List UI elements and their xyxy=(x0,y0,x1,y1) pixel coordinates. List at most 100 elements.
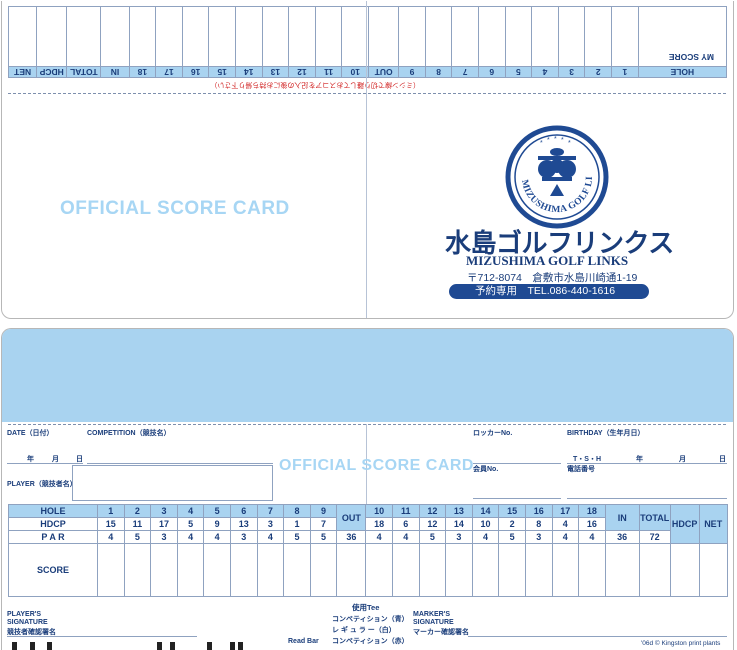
flipped-score-cell[interactable] xyxy=(368,6,399,67)
score-cell[interactable] xyxy=(176,543,205,597)
flipped-score-cell[interactable] xyxy=(100,6,130,67)
hole-hdcp: 2 xyxy=(498,517,526,531)
score-cell[interactable] xyxy=(638,543,671,597)
flipped-score-cell[interactable] xyxy=(558,6,585,67)
score-cell[interactable] xyxy=(498,543,526,597)
flipped-score-cell[interactable] xyxy=(505,6,532,67)
official-title: OFFICIAL SCORE CARD xyxy=(60,198,290,219)
flipped-header-cell: HOLE xyxy=(638,66,727,78)
hole-par: 5 xyxy=(309,530,338,544)
out-label: OUT xyxy=(336,504,367,531)
hole-number: 15 xyxy=(498,504,526,518)
score-cell[interactable] xyxy=(97,543,125,597)
hole-row: HOLE 1 2 3 4 5 6 7 8 9 OUT 10 11 12 13 14 15 16 17 18 IN TOTA… xyxy=(8,504,728,544)
header-band xyxy=(2,329,733,422)
my-score-label: MY SCORE xyxy=(638,6,727,67)
score-cell[interactable] xyxy=(229,543,258,597)
flipped-header-cell: 6 xyxy=(478,66,506,78)
hole-par: 4 xyxy=(578,530,606,544)
hole-par: 4 xyxy=(176,530,205,544)
flipped-header-cell: 1 xyxy=(611,66,639,78)
score-cell[interactable] xyxy=(445,543,473,597)
flipped-score-cell[interactable] xyxy=(155,6,183,67)
marker-signature-jp: マーカー確認署名 xyxy=(413,629,469,636)
flipped-header-cell: 11 xyxy=(315,66,342,78)
flipped-score-cell[interactable] xyxy=(262,6,289,67)
flipped-score-cell[interactable] xyxy=(8,6,37,67)
score-cell[interactable] xyxy=(123,543,152,597)
flipped-score-cell[interactable] xyxy=(66,6,101,67)
flipped-header-cell: 10 xyxy=(341,66,369,78)
score-row: SCORE xyxy=(8,543,728,597)
player-signature-field[interactable] xyxy=(7,636,197,637)
tee-white: レ ギ ュ ラ ー（白） xyxy=(332,627,396,634)
flipped-score-cell[interactable] xyxy=(451,6,479,67)
score-cell[interactable] xyxy=(203,543,231,597)
hole-hdcp: 6 xyxy=(391,517,420,531)
hole-number: 7 xyxy=(256,504,285,518)
svg-text:*: * xyxy=(561,137,564,144)
score-cell[interactable] xyxy=(551,543,580,597)
score-cell[interactable] xyxy=(524,543,553,597)
flipped-header-cell: 15 xyxy=(208,66,236,78)
flipped-score-cell[interactable] xyxy=(341,6,369,67)
hole-par: 4 xyxy=(203,530,231,544)
marker-signature-field[interactable] xyxy=(468,636,727,637)
score-cell[interactable] xyxy=(578,543,606,597)
tee-title: 使用Tee xyxy=(352,603,380,612)
flipped-score-cell[interactable] xyxy=(425,6,452,67)
flipped-header-cell: 5 xyxy=(505,66,532,78)
hole-number: 14 xyxy=(471,504,500,518)
player-name-field[interactable] xyxy=(72,465,273,501)
score-cell[interactable] xyxy=(698,543,728,597)
hole-hdcp: 5 xyxy=(176,517,205,531)
birthday-label: BIRTHDAY（生年月日） xyxy=(567,430,645,437)
flipped-score-cell[interactable] xyxy=(182,6,209,67)
hole-number: 11 xyxy=(391,504,420,518)
score-cell[interactable] xyxy=(150,543,178,597)
date-field[interactable] xyxy=(7,463,83,464)
member-no-field[interactable] xyxy=(473,498,561,499)
flipped-score-cell[interactable] xyxy=(584,6,612,67)
flipped-score-cell[interactable] xyxy=(478,6,506,67)
flipped-score-cell[interactable] xyxy=(611,6,639,67)
par-row: P A R 4 5 3 4 4 3 4 5 5 36 4 4 5 3 4 5 3 4 4 36 72 xyxy=(8,530,728,544)
hole-par: 5 xyxy=(418,530,447,544)
flipped-score-cell[interactable] xyxy=(235,6,263,67)
hole-number: 4 xyxy=(176,504,205,518)
hdcp-label: HDCP xyxy=(8,517,98,531)
flipped-header-cell: 4 xyxy=(531,66,559,78)
flipped-score-cell[interactable] xyxy=(129,6,156,67)
score-cell[interactable] xyxy=(604,543,640,597)
score-cell[interactable] xyxy=(309,543,338,597)
flipped-score-cell[interactable] xyxy=(288,6,316,67)
score-cell[interactable] xyxy=(336,543,367,597)
flipped-score-cell[interactable] xyxy=(208,6,236,67)
flipped-score-cell[interactable] xyxy=(36,6,67,67)
competition-field[interactable] xyxy=(87,463,273,464)
svg-text:*: * xyxy=(547,137,550,144)
score-cell[interactable] xyxy=(471,543,500,597)
hole-number: 13 xyxy=(445,504,473,518)
score-cell[interactable] xyxy=(669,543,700,597)
score-cell[interactable] xyxy=(418,543,447,597)
hole-hdcp: 9 xyxy=(203,517,231,531)
score-cell[interactable] xyxy=(365,543,393,597)
phone-no-field[interactable] xyxy=(567,498,727,499)
score-cell[interactable] xyxy=(256,543,285,597)
flipped-score-cell[interactable] xyxy=(531,6,559,67)
flipped-header-cell: 17 xyxy=(155,66,183,78)
read-bar-mark xyxy=(170,642,175,650)
flipped-score-cell[interactable] xyxy=(398,6,426,67)
read-bar-mark xyxy=(207,642,212,650)
flipped-header-cell: 9 xyxy=(398,66,426,78)
hole-label: HOLE xyxy=(8,504,98,518)
flipped-header-cell: 13 xyxy=(262,66,289,78)
hole-par: 4 xyxy=(256,530,285,544)
score-cell[interactable] xyxy=(391,543,420,597)
reservation-phone: 予約専用 TEL.086-440-1616 xyxy=(449,284,649,299)
flipped-score-cell[interactable] xyxy=(315,6,342,67)
score-cell[interactable] xyxy=(283,543,311,597)
read-bar-mark xyxy=(12,642,17,650)
svg-text:*: * xyxy=(568,140,571,147)
